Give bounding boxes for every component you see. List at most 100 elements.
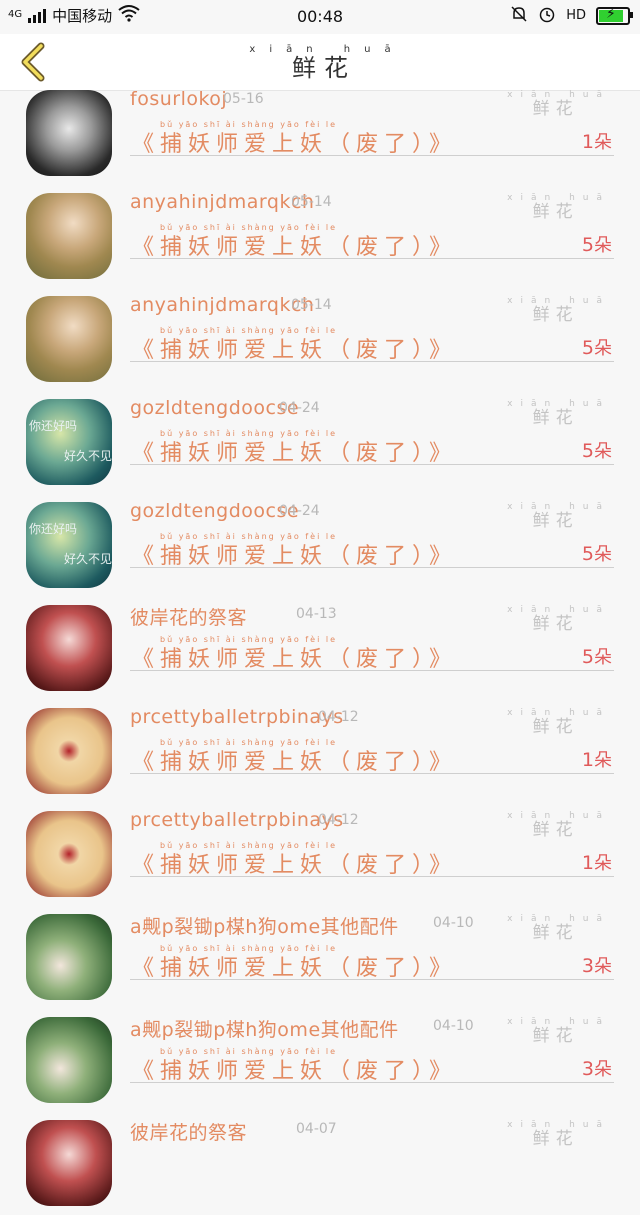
send-date: 04-07: [296, 1121, 337, 1137]
row-divider: [130, 567, 614, 568]
flower-label-text: 鲜花: [532, 202, 579, 222]
battery-icon: ⚡: [596, 6, 633, 25]
list-item[interactable]: anyahinjdmarqkch 05-14 xiān huā 鲜花 bǔ yāo…: [0, 185, 640, 288]
avatar[interactable]: [26, 1120, 112, 1206]
gift-title[interactable]: 《捕妖师爱上妖（废了）》: [132, 332, 457, 364]
flower-label: xiān huā 鲜花: [501, 1017, 610, 1045]
send-date: 05-14: [291, 194, 332, 210]
avatar[interactable]: [26, 811, 112, 897]
username[interactable]: anyahinjdmarqkch: [130, 294, 314, 316]
flower-count-value: 5: [581, 337, 594, 359]
status-right: HD ⚡: [510, 5, 633, 27]
flower-count: 1朵: [582, 746, 612, 772]
username[interactable]: gozldtengdoocse: [130, 500, 299, 522]
flower-label: xiān huā 鲜花: [501, 502, 610, 530]
send-date: 04-12: [318, 709, 359, 725]
gift-title[interactable]: 《捕妖师爱上妖（废了）》: [132, 229, 457, 261]
avatar[interactable]: [26, 1017, 112, 1103]
flower-count-value: 3: [581, 1058, 594, 1080]
flower-label: xiān huā 鲜花: [501, 90, 610, 118]
send-date: 04-10: [433, 915, 474, 931]
avatar[interactable]: 你还好吗 好久不见: [26, 502, 112, 588]
avatar[interactable]: [26, 605, 112, 691]
mute-bell-icon: [510, 5, 528, 27]
row-divider: [130, 670, 614, 671]
avatar-caption: 好久不见: [64, 552, 112, 566]
username[interactable]: prcettyballetrpbinays: [130, 809, 344, 831]
flower-count-unit: 朵: [594, 132, 612, 153]
flower-count-unit: 朵: [594, 956, 612, 977]
flower-label: xiān huā 鲜花: [501, 399, 610, 427]
avatar[interactable]: [26, 90, 112, 176]
flower-count-value: 5: [581, 234, 594, 256]
flower-label: xiān huā 鲜花: [501, 1120, 610, 1148]
flower-count-value: 5: [581, 543, 594, 565]
flower-count-unit: 朵: [594, 750, 612, 771]
list-item[interactable]: a觍p裂锄p楳h狗ome其他配件 04-10 xiān huā 鲜花 bǔ yāo…: [0, 906, 640, 1009]
status-bar: 4G 中国移动 00:48 HD ⚡: [0, 0, 640, 34]
list-item[interactable]: 彼岸花的祭客 04-07 xiān huā 鲜花: [0, 1112, 640, 1215]
flower-label-text: 鲜花: [532, 99, 579, 119]
avatar[interactable]: [26, 914, 112, 1000]
avatar[interactable]: [26, 193, 112, 279]
flower-label: xiān huā 鲜花: [501, 811, 610, 839]
avatar-caption: 好久不见: [64, 449, 112, 463]
username[interactable]: 彼岸花的祭客: [130, 603, 247, 630]
username[interactable]: anyahinjdmarqkch: [130, 191, 314, 213]
send-date: 04-13: [296, 606, 337, 622]
username[interactable]: prcettyballetrpbinays: [130, 706, 344, 728]
list-item[interactable]: fosurlokoj 05-16 xiān huā 鲜花 bǔ yāo shī à…: [0, 82, 640, 185]
gift-title[interactable]: 《捕妖师爱上妖（废了）》: [132, 950, 457, 982]
flower-count: 3朵: [582, 1055, 612, 1081]
list-item[interactable]: 你还好吗 好久不见 gozldtengdoocse 04-24 xiān huā 鲜花…: [0, 391, 640, 494]
flower-label-text: 鲜花: [532, 923, 579, 943]
row-divider: [130, 258, 614, 259]
row-divider: [130, 155, 614, 156]
flower-count: 3朵: [582, 952, 612, 978]
flower-label-text: 鲜花: [532, 614, 579, 634]
list-item[interactable]: 彼岸花的祭客 04-13 xiān huā 鲜花 bǔ yāo shī ài sh…: [0, 597, 640, 700]
send-date: 05-16: [223, 91, 264, 107]
avatar[interactable]: [26, 296, 112, 382]
list-item[interactable]: prcettyballetrpbinays 04-12 xiān huā 鲜花 b…: [0, 700, 640, 803]
username[interactable]: fosurlokoj: [130, 88, 227, 110]
flower-count-unit: 朵: [594, 235, 612, 256]
gift-title[interactable]: 《捕妖师爱上妖（废了）》: [132, 435, 457, 467]
gift-title[interactable]: 《捕妖师爱上妖（废了）》: [132, 847, 457, 879]
avatar[interactable]: 你还好吗 好久不见: [26, 399, 112, 485]
row-divider: [130, 464, 614, 465]
gift-title[interactable]: 《捕妖师爱上妖（废了）》: [132, 744, 457, 776]
flower-label-text: 鲜花: [532, 305, 579, 325]
username[interactable]: a觍p裂锄p楳h狗ome其他配件: [130, 912, 399, 939]
username[interactable]: a觍p裂锄p楳h狗ome其他配件: [130, 1015, 399, 1042]
row-divider: [130, 876, 614, 877]
flower-label-text: 鲜花: [532, 820, 579, 840]
list-item[interactable]: a觍p裂锄p楳h狗ome其他配件 04-10 xiān huā 鲜花 bǔ yāo…: [0, 1009, 640, 1112]
gift-title[interactable]: 《捕妖师爱上妖（废了）》: [132, 126, 457, 158]
flower-count-value: 1: [581, 749, 594, 771]
flower-count: 1朵: [582, 849, 612, 875]
flower-count-unit: 朵: [594, 441, 612, 462]
flower-label-text: 鲜花: [532, 1026, 579, 1046]
flower-count-unit: 朵: [594, 647, 612, 668]
gift-title[interactable]: 《捕妖师爱上妖（废了）》: [132, 538, 457, 570]
flower-count: 1朵: [582, 128, 612, 154]
flower-count-value: 1: [581, 852, 594, 874]
send-date: 04-12: [318, 812, 359, 828]
gift-title[interactable]: 《捕妖师爱上妖（废了）》: [132, 1053, 457, 1085]
username[interactable]: gozldtengdoocse: [130, 397, 299, 419]
flower-count-unit: 朵: [594, 1059, 612, 1080]
avatar[interactable]: [26, 708, 112, 794]
username[interactable]: 彼岸花的祭客: [130, 1118, 247, 1145]
row-divider: [130, 1082, 614, 1083]
flower-count-value: 1: [581, 131, 594, 153]
send-date: 04-24: [279, 400, 320, 416]
list-item[interactable]: 你还好吗 好久不见 gozldtengdoocse 04-24 xiān huā 鲜花…: [0, 494, 640, 597]
list-item[interactable]: prcettyballetrpbinays 04-12 xiān huā 鲜花 b…: [0, 803, 640, 906]
page-title: xiān huā 鲜花: [0, 44, 640, 81]
list-item[interactable]: anyahinjdmarqkch 05-14 xiān huā 鲜花 bǔ yāo…: [0, 288, 640, 391]
gift-title[interactable]: 《捕妖师爱上妖（废了）》: [132, 641, 457, 673]
row-divider: [130, 361, 614, 362]
flower-count-value: 5: [581, 646, 594, 668]
flower-count: 5朵: [582, 231, 612, 257]
